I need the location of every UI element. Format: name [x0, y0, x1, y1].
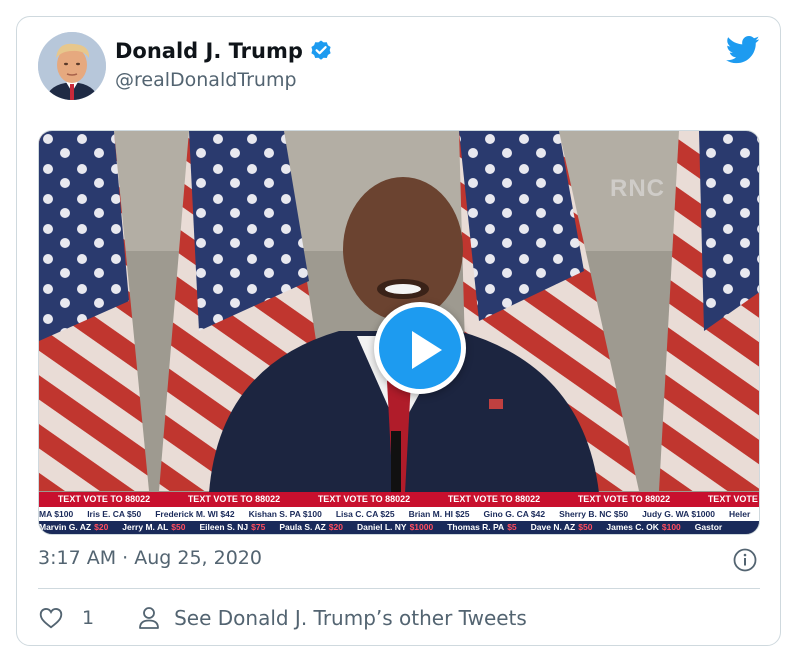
ticker-amount: $1000	[409, 522, 434, 533]
ticker-amount: $50	[578, 522, 593, 533]
author-name-row[interactable]: Donald J. Trump	[115, 39, 333, 63]
ticker-row-white: MA $100 Iris E. CA $50 Frederick M. WI $42…	[39, 507, 759, 521]
ticker-donor: James C. OK $100	[606, 522, 681, 533]
verified-badge-icon	[311, 40, 331, 60]
ticker-amount: $100	[661, 522, 681, 533]
ticker-donor: Daniel L. NY $1000	[356, 522, 434, 533]
ticker-headline-row: TEXT VOTE TO 88022 TEXT VOTE TO 88022 TEXT…	[39, 492, 759, 507]
tweet-actions: 1 See Donald J. Trump’s other Tweets	[38, 602, 527, 634]
ticker-donor: Marvin G. AZ $20	[39, 522, 109, 533]
ticker-donor: Kishan S. PA $100	[248, 508, 322, 519]
tweet-timestamp[interactable]: 3:17 AM · Aug 25, 2020	[38, 547, 262, 569]
ticker-amount: $75	[251, 522, 266, 533]
ticker-donor: Sherry B. NC $50	[559, 508, 629, 519]
ticker-headline: TEXT VOTE TO 88022	[577, 494, 671, 504]
ticker-donor: Dave N. AZ $50	[530, 522, 593, 533]
ticker-headline: TEXT VOTE TO 88022	[317, 494, 411, 504]
ticker-donor: Heler	[728, 508, 751, 519]
ticker-amount: $20	[328, 522, 343, 533]
tweet-card: Donald J. Trump @realDonaldTrump RNC TEX…	[16, 16, 781, 646]
ticker-donor: Brian M. HI $25	[408, 508, 470, 519]
avatar[interactable]	[38, 32, 106, 100]
play-icon[interactable]	[374, 302, 466, 394]
ticker-donor: Gino G. CA $42	[483, 508, 546, 519]
ticker-donor: Jerry M. AL $50	[122, 522, 186, 533]
donation-ticker: TEXT VOTE TO 88022 TEXT VOTE TO 88022 TEXT…	[39, 492, 759, 534]
ticker-headline: TEXT VOTE TO 88022	[707, 494, 759, 504]
like-button[interactable]: 1	[38, 605, 94, 631]
ticker-amount: $5	[507, 522, 517, 533]
ticker-donor: Paula S. AZ $20	[279, 522, 343, 533]
ticker-donor: Frederick M. WI $42	[155, 508, 235, 519]
avatar-image	[38, 32, 106, 100]
ticker-donor: Gastor	[694, 522, 723, 533]
ticker-amount: $50	[171, 522, 186, 533]
other-tweets-label: See Donald J. Trump’s other Tweets	[174, 606, 527, 630]
person-icon	[139, 607, 159, 629]
ticker-donor: Thomas R. PA $5	[447, 522, 517, 533]
ticker-donor: Iris E. CA $50	[87, 508, 142, 519]
ticker-row-navy: Marvin G. AZ $20 Jerry M. AL $50 Eileen S. N…	[39, 520, 759, 534]
ticker-headline: TEXT VOTE TO 88022	[447, 494, 541, 504]
info-icon[interactable]	[733, 548, 757, 572]
ticker-headline: TEXT VOTE TO 88022	[57, 494, 151, 504]
rnc-watermark: RNC	[610, 175, 665, 202]
other-tweets-link[interactable]: See Donald J. Trump’s other Tweets	[138, 606, 527, 630]
divider	[38, 588, 760, 589]
twitter-bird-icon[interactable]	[726, 35, 760, 65]
heart-icon	[39, 607, 63, 629]
author-handle[interactable]: @realDonaldTrump	[115, 69, 297, 91]
display-name[interactable]: Donald J. Trump	[115, 39, 303, 63]
ticker-donor: Eileen S. NJ $75	[199, 522, 266, 533]
ticker-donor: Lisa C. CA $25	[335, 508, 395, 519]
ticker-donor: MA $100	[39, 508, 74, 519]
ticker-headline: TEXT VOTE TO 88022	[187, 494, 281, 504]
ticker-amount: $20	[94, 522, 109, 533]
ticker-donor: Judy G. WA $1000	[642, 508, 715, 519]
video-player[interactable]: RNC TEXT VOTE TO 88022 TEXT VOTE TO 88022…	[38, 130, 760, 535]
like-count: 1	[82, 607, 95, 629]
